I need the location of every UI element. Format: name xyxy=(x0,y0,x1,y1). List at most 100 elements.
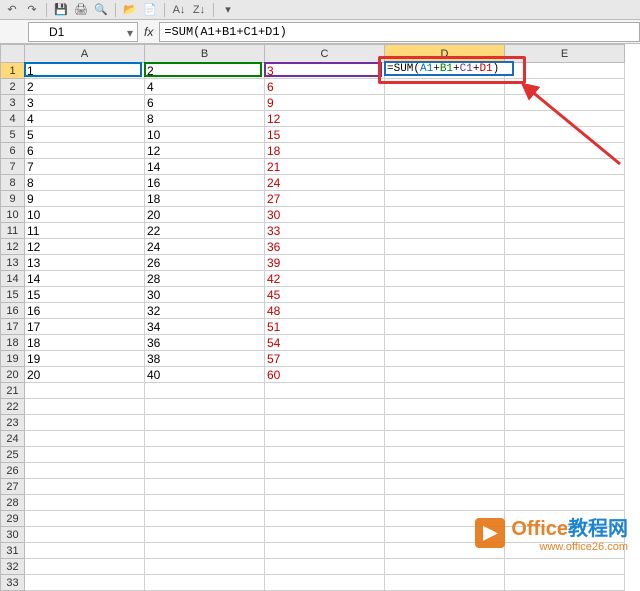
cell[interactable] xyxy=(505,383,625,399)
cell[interactable]: 34 xyxy=(145,319,265,335)
cell[interactable]: 19 xyxy=(25,351,145,367)
row-header[interactable]: 1 xyxy=(1,63,25,79)
cell[interactable]: 18 xyxy=(25,335,145,351)
cell[interactable] xyxy=(505,575,625,591)
cell[interactable]: 40 xyxy=(145,367,265,383)
cell[interactable] xyxy=(385,447,505,463)
cell[interactable] xyxy=(265,383,385,399)
cell[interactable] xyxy=(385,559,505,575)
cell[interactable] xyxy=(385,383,505,399)
cell[interactable] xyxy=(505,479,625,495)
cell[interactable]: 9 xyxy=(25,191,145,207)
formula-bar[interactable]: =SUM(A1+B1+C1+D1) xyxy=(159,22,640,42)
cell[interactable]: 10 xyxy=(145,127,265,143)
cell[interactable] xyxy=(265,415,385,431)
row-header[interactable]: 29 xyxy=(1,511,25,527)
cell[interactable]: 12 xyxy=(145,143,265,159)
cell[interactable]: 11 xyxy=(25,223,145,239)
row-header[interactable]: 12 xyxy=(1,239,25,255)
cell[interactable] xyxy=(505,303,625,319)
row-header[interactable]: 21 xyxy=(1,383,25,399)
cell[interactable] xyxy=(385,367,505,383)
cell[interactable]: 22 xyxy=(145,223,265,239)
cell[interactable] xyxy=(265,431,385,447)
cell[interactable] xyxy=(385,575,505,591)
cell[interactable] xyxy=(25,479,145,495)
cell[interactable] xyxy=(25,495,145,511)
row-header[interactable]: 27 xyxy=(1,479,25,495)
cell[interactable] xyxy=(385,463,505,479)
row-header[interactable]: 31 xyxy=(1,543,25,559)
row-header[interactable]: 16 xyxy=(1,303,25,319)
cell[interactable]: 8 xyxy=(145,111,265,127)
cell[interactable] xyxy=(145,495,265,511)
cell[interactable] xyxy=(145,575,265,591)
cell[interactable]: 33 xyxy=(265,223,385,239)
row-header[interactable]: 5 xyxy=(1,127,25,143)
cell[interactable] xyxy=(25,431,145,447)
cell[interactable] xyxy=(505,431,625,447)
cell[interactable] xyxy=(385,255,505,271)
cell[interactable] xyxy=(505,191,625,207)
cell[interactable] xyxy=(265,447,385,463)
cell[interactable] xyxy=(385,495,505,511)
row-header[interactable]: 8 xyxy=(1,175,25,191)
cell[interactable]: 12 xyxy=(265,111,385,127)
cell[interactable] xyxy=(25,415,145,431)
cell[interactable] xyxy=(505,559,625,575)
cell[interactable] xyxy=(265,575,385,591)
cell[interactable] xyxy=(385,95,505,111)
cell[interactable]: 30 xyxy=(265,207,385,223)
cell[interactable] xyxy=(385,191,505,207)
col-header-c[interactable]: C xyxy=(265,45,385,63)
cell[interactable] xyxy=(265,399,385,415)
row-header[interactable]: 19 xyxy=(1,351,25,367)
cell[interactable]: 30 xyxy=(145,287,265,303)
cell[interactable] xyxy=(145,559,265,575)
cell[interactable]: 42 xyxy=(265,271,385,287)
cell[interactable]: 4 xyxy=(25,111,145,127)
cell[interactable] xyxy=(145,463,265,479)
cell[interactable]: 36 xyxy=(145,335,265,351)
row-header[interactable]: 6 xyxy=(1,143,25,159)
row-header[interactable]: 18 xyxy=(1,335,25,351)
cell[interactable] xyxy=(145,415,265,431)
cell[interactable] xyxy=(25,527,145,543)
row-header[interactable]: 25 xyxy=(1,447,25,463)
cell[interactable] xyxy=(505,239,625,255)
row-header[interactable]: 30 xyxy=(1,527,25,543)
cell[interactable]: 3 xyxy=(25,95,145,111)
cell[interactable] xyxy=(385,143,505,159)
cell[interactable]: 7 xyxy=(25,159,145,175)
row-header[interactable]: 23 xyxy=(1,415,25,431)
cell[interactable] xyxy=(145,479,265,495)
cell[interactable]: 24 xyxy=(265,175,385,191)
cell[interactable] xyxy=(505,287,625,303)
worksheet[interactable]: A B C D E 112322463369448125510156612187… xyxy=(0,44,640,591)
cell[interactable]: 13 xyxy=(25,255,145,271)
cell[interactable] xyxy=(25,463,145,479)
cell[interactable] xyxy=(505,255,625,271)
cell[interactable] xyxy=(25,447,145,463)
cell[interactable]: 9 xyxy=(265,95,385,111)
cell[interactable]: 54 xyxy=(265,335,385,351)
cell[interactable]: 6 xyxy=(25,143,145,159)
col-header-b[interactable]: B xyxy=(145,45,265,63)
dropdown-icon[interactable]: ▾ xyxy=(220,3,236,16)
preview-icon[interactable]: 🔍 xyxy=(93,3,109,16)
cell[interactable] xyxy=(505,351,625,367)
cell[interactable]: 24 xyxy=(145,239,265,255)
cell[interactable] xyxy=(145,511,265,527)
cell[interactable] xyxy=(145,527,265,543)
cell[interactable] xyxy=(505,367,625,383)
cell[interactable] xyxy=(385,287,505,303)
grid[interactable]: A B C D E 112322463369448125510156612187… xyxy=(0,44,625,591)
cell[interactable]: 8 xyxy=(25,175,145,191)
cell[interactable] xyxy=(385,159,505,175)
cell[interactable]: 15 xyxy=(265,127,385,143)
cell[interactable]: 27 xyxy=(265,191,385,207)
cell[interactable] xyxy=(505,447,625,463)
row-header[interactable]: 3 xyxy=(1,95,25,111)
cell[interactable] xyxy=(505,175,625,191)
cell[interactable] xyxy=(145,447,265,463)
